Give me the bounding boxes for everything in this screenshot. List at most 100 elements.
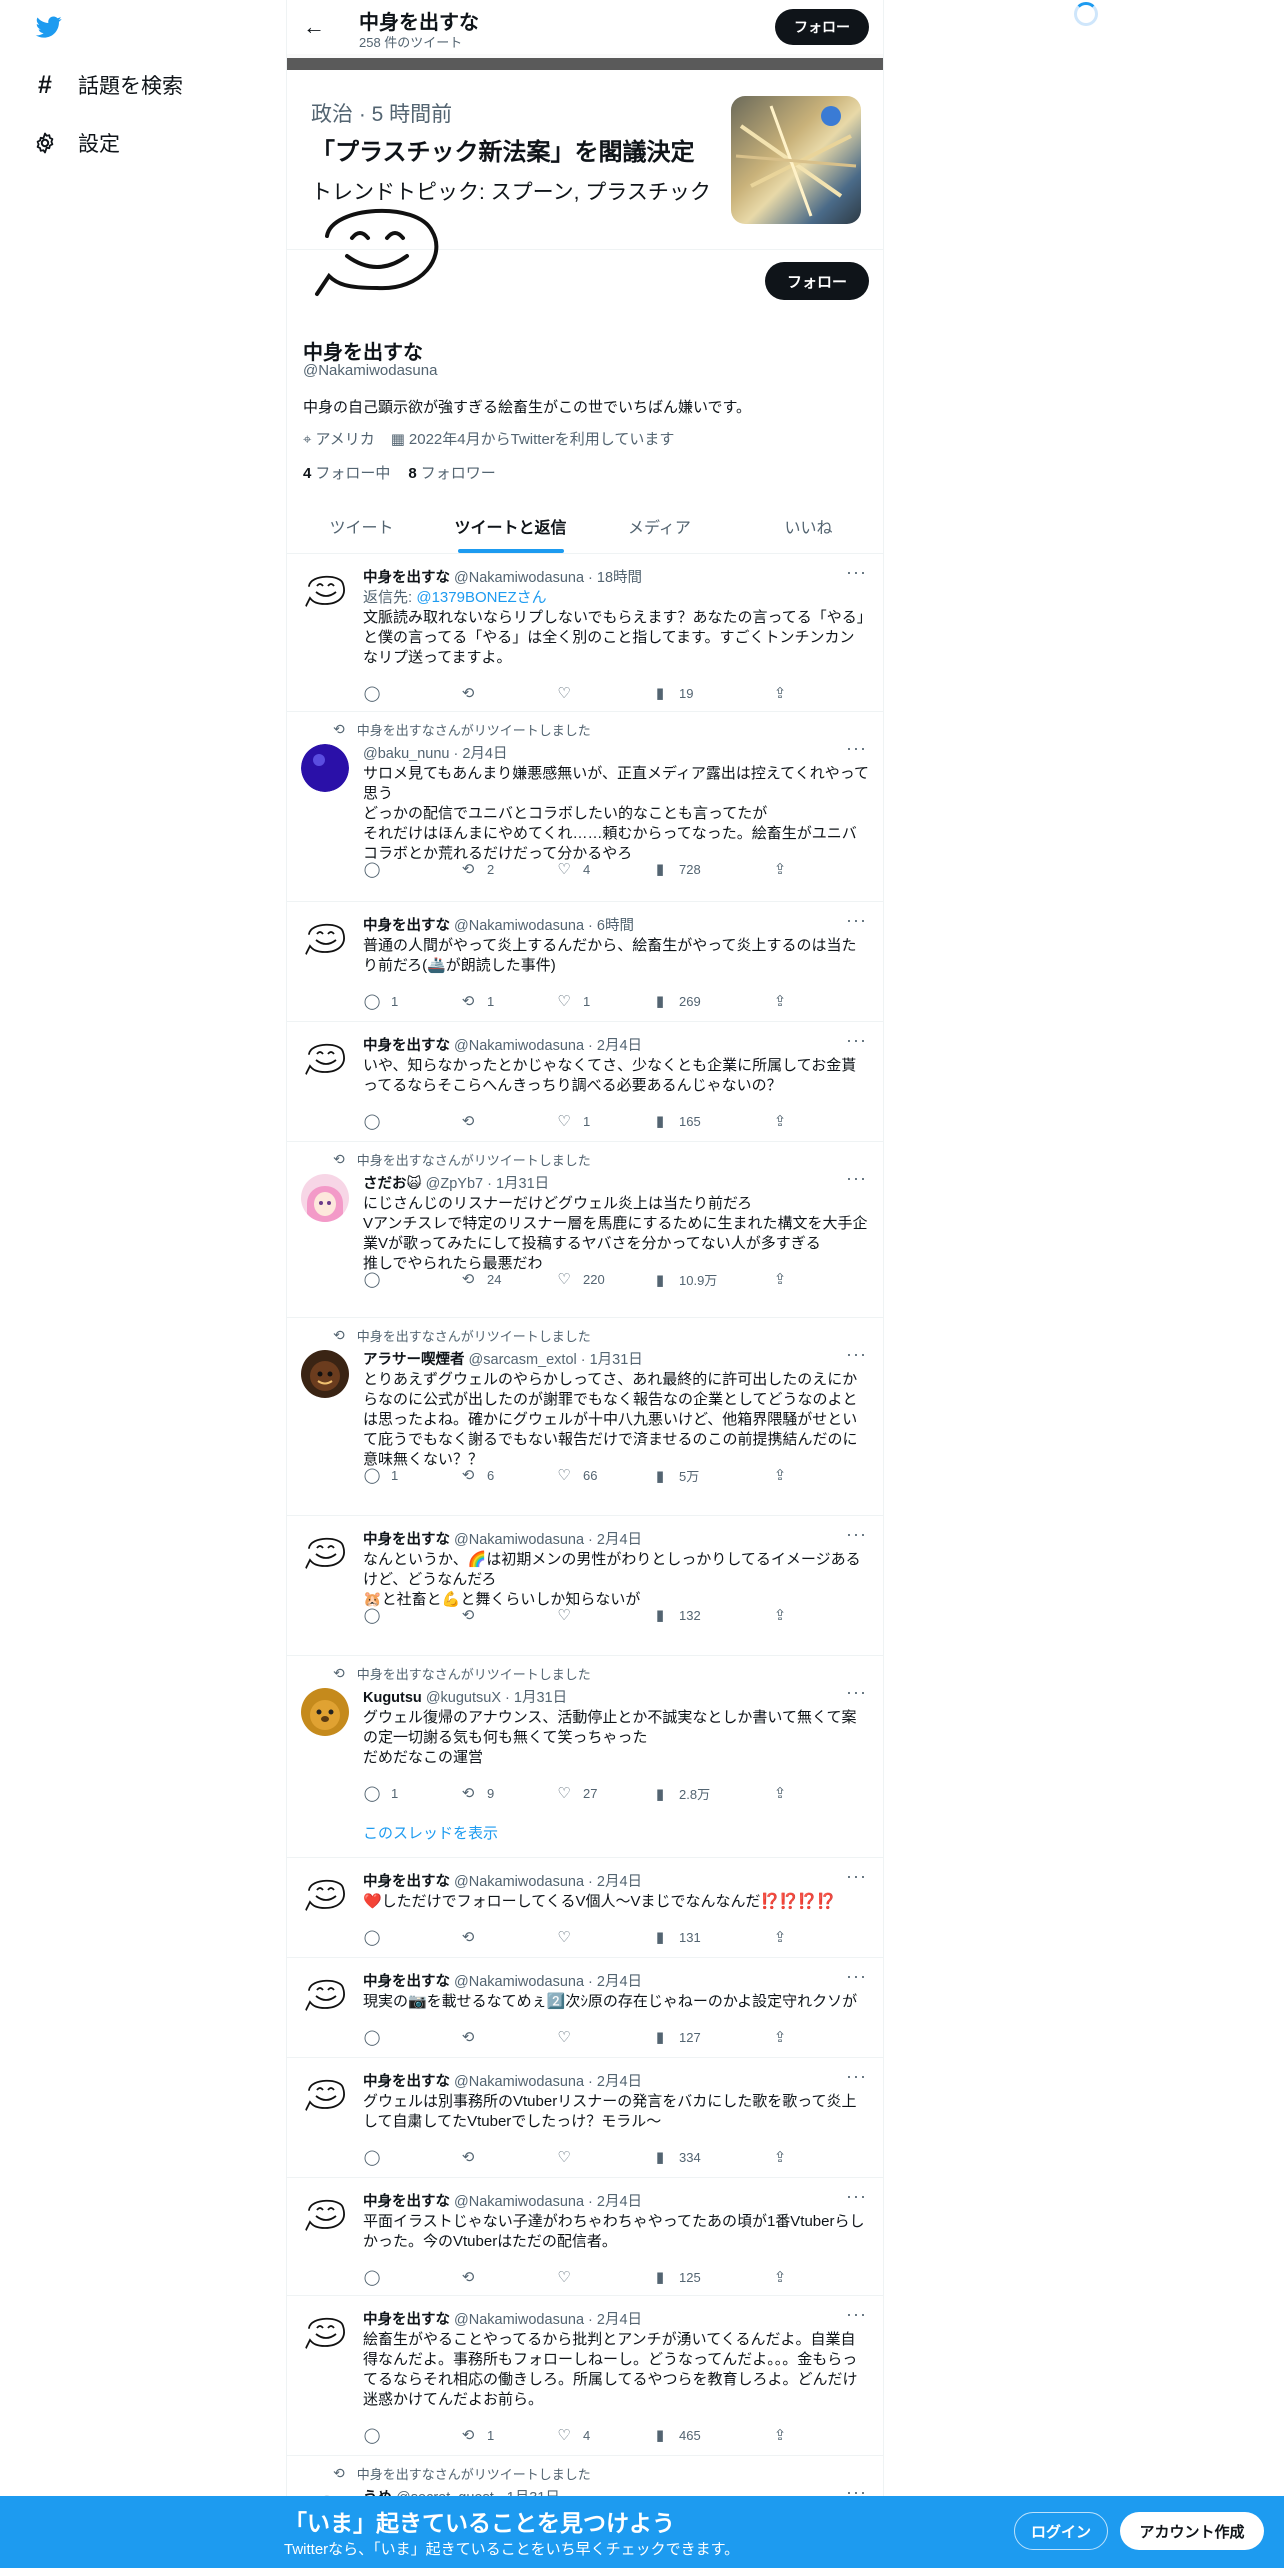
followers-link[interactable]: 8 フォロワー <box>408 462 495 483</box>
nav-explore[interactable]: # 話題を検索 <box>32 70 183 100</box>
back-arrow-icon[interactable]: ← <box>303 14 325 40</box>
views-button[interactable]: ▮ 269 <box>651 992 701 1010</box>
like-button[interactable]: ♡ 220 <box>555 1270 604 1288</box>
views-button[interactable]: ▮ 728 <box>651 860 701 878</box>
more-options-icon[interactable]: ··· <box>846 1030 867 1051</box>
reply-button[interactable]: ◯ <box>363 1112 391 1130</box>
reply-button[interactable]: ◯ <box>363 1606 391 1624</box>
like-button[interactable]: ♡ <box>555 2148 583 2166</box>
retweet-button[interactable]: ⟲ 6 <box>459 1466 495 1484</box>
reply-button[interactable]: ◯ <box>363 1270 391 1288</box>
like-button[interactable]: ♡ 1 <box>555 992 590 1010</box>
retweet-button[interactable]: ⟲ <box>459 2028 487 2046</box>
author-name[interactable]: 中身を出すな <box>363 2074 450 2090</box>
show-thread-link[interactable]: このスレッドを表示 <box>363 1822 498 1843</box>
retweet-button[interactable]: ⟲ 24 <box>459 1270 502 1288</box>
like-button[interactable]: ♡ 4 <box>555 2426 590 2444</box>
author-name[interactable]: 中身を出すな <box>363 2312 450 2328</box>
avatar[interactable] <box>301 1350 349 1398</box>
retweet-button[interactable]: ⟲ <box>459 2148 487 2166</box>
avatar[interactable] <box>301 2192 349 2240</box>
avatar[interactable] <box>301 1688 349 1736</box>
views-button[interactable]: ▮ 132 <box>651 1606 701 1624</box>
retweet-button[interactable]: ⟲ <box>459 1928 487 1946</box>
share-button[interactable]: ⇪ <box>771 1270 789 1288</box>
author-name[interactable]: 中身を出すな <box>363 1874 450 1890</box>
author-name[interactable]: 中身を出すな <box>363 2194 450 2210</box>
reply-button[interactable]: ◯ <box>363 2148 391 2166</box>
reply-button[interactable]: ◯ <box>363 2028 391 2046</box>
author-name[interactable]: さだお🙀 <box>363 1176 422 1192</box>
like-button[interactable]: ♡ 1 <box>555 1112 590 1130</box>
like-button[interactable]: ♡ <box>555 684 583 702</box>
retweet-button[interactable]: ⟲ <box>459 2268 487 2286</box>
tweet[interactable]: 中身を出すな @Nakamiwodasuna · 2月4日 ··· 現実の📷を載せる… <box>287 1958 883 2058</box>
author-name[interactable]: Kugutsu <box>363 1690 422 1706</box>
tab-tweets-and-replies[interactable]: ツイートと返信 <box>436 500 585 553</box>
avatar[interactable] <box>301 2310 349 2358</box>
share-button[interactable]: ⇪ <box>771 684 789 702</box>
tweet[interactable]: 中身を出すな @Nakamiwodasuna · 2月4日 ··· グウェルは別事務… <box>287 2058 883 2178</box>
avatar[interactable] <box>301 1972 349 2020</box>
more-options-icon[interactable]: ··· <box>846 1966 867 1987</box>
more-options-icon[interactable]: ··· <box>846 1866 867 1887</box>
retweet-button[interactable]: ⟲ 1 <box>459 992 495 1010</box>
avatar[interactable] <box>301 744 349 792</box>
author-handle[interactable]: @sarcasm_extol · 1月31日 <box>469 1352 643 1368</box>
reply-button[interactable]: ◯ <box>363 860 391 878</box>
author-handle[interactable]: @Nakamiwodasuna · 2月4日 <box>454 2194 642 2210</box>
reply-button[interactable]: ◯ <box>363 684 391 702</box>
tab-likes[interactable]: いいね <box>734 500 883 553</box>
author-name[interactable]: 中身を出すな <box>363 570 450 586</box>
views-button[interactable]: ▮ 165 <box>651 1112 701 1130</box>
tweet[interactable]: ⟲ 中身を出すなさんがリツイートしました @baku_nunu · 2月4日 ···… <box>287 712 883 902</box>
author-name[interactable]: 中身を出すな <box>363 1532 450 1548</box>
author-handle[interactable]: @kugutsuX · 1月31日 <box>426 1690 567 1706</box>
views-button[interactable]: ▮ 19 <box>651 684 694 702</box>
views-button[interactable]: ▮ 5万 <box>651 1466 699 1485</box>
like-button[interactable]: ♡ <box>555 1928 583 1946</box>
author-name[interactable]: 中身を出すな <box>363 1038 450 1054</box>
avatar[interactable] <box>301 568 349 616</box>
nav-settings[interactable]: 設定 <box>32 128 120 158</box>
more-options-icon[interactable]: ··· <box>846 1344 867 1365</box>
more-options-icon[interactable]: ··· <box>846 2304 867 2325</box>
like-button[interactable]: ♡ 27 <box>555 1784 597 1802</box>
views-button[interactable]: ▮ 131 <box>651 1928 701 1946</box>
author-handle[interactable]: @Nakamiwodasuna · 2月4日 <box>454 2312 642 2328</box>
twitter-bird-icon[interactable] <box>34 14 64 40</box>
tweet[interactable]: 中身を出すな @Nakamiwodasuna · 2月4日 ··· いや、知らなかっ… <box>287 1022 883 1142</box>
tweet[interactable]: 中身を出すな @Nakamiwodasuna · 2月4日 ··· ❤️しただけでフ… <box>287 1858 883 1958</box>
like-button[interactable]: ♡ <box>555 1606 583 1624</box>
author-handle[interactable]: @Nakamiwodasuna · 6時間 <box>454 918 634 934</box>
like-button[interactable]: ♡ <box>555 2028 583 2046</box>
author-handle[interactable]: @ZpYb7 · 1月31日 <box>426 1176 550 1192</box>
retweet-button[interactable]: ⟲ 1 <box>459 2426 495 2444</box>
tweet[interactable]: 中身を出すな @Nakamiwodasuna · 6時間 ··· 普通の人間がやって… <box>287 902 883 1022</box>
reply-button[interactable]: ◯ <box>363 1928 391 1946</box>
more-options-icon[interactable]: ··· <box>846 2066 867 2087</box>
more-options-icon[interactable]: ··· <box>846 910 867 931</box>
more-options-icon[interactable]: ··· <box>846 738 867 759</box>
more-options-icon[interactable]: ··· <box>846 2186 867 2207</box>
author-handle[interactable]: @baku_nunu · 2月4日 <box>363 746 508 762</box>
following-link[interactable]: 4 フォロー中 <box>303 462 390 483</box>
tweet[interactable]: 中身を出すな @Nakamiwodasuna · 2月4日 ··· 平面イラストじゃ… <box>287 2178 883 2296</box>
login-button[interactable]: ログイン <box>1014 2512 1108 2550</box>
reply-button[interactable]: ◯ 1 <box>363 1466 399 1484</box>
author-handle[interactable]: @Nakamiwodasuna · 18時間 <box>454 570 642 586</box>
reply-button[interactable]: ◯ 1 <box>363 1784 399 1802</box>
avatar[interactable] <box>301 916 349 964</box>
reply-button[interactable]: ◯ 1 <box>363 992 399 1010</box>
share-button[interactable]: ⇪ <box>771 2148 789 2166</box>
retweet-button[interactable]: ⟲ <box>459 1606 487 1624</box>
views-button[interactable]: ▮ 2.8万 <box>651 1784 710 1803</box>
reply-button[interactable]: ◯ <box>363 2426 391 2444</box>
follow-button-header[interactable]: フォロー <box>775 9 869 45</box>
avatar[interactable] <box>301 1530 349 1578</box>
like-button[interactable]: ♡ 4 <box>555 860 590 878</box>
share-button[interactable]: ⇪ <box>771 1784 789 1802</box>
author-handle[interactable]: @Nakamiwodasuna · 2月4日 <box>454 1874 642 1890</box>
views-button[interactable]: ▮ 10.9万 <box>651 1270 717 1289</box>
share-button[interactable]: ⇪ <box>771 1112 789 1130</box>
